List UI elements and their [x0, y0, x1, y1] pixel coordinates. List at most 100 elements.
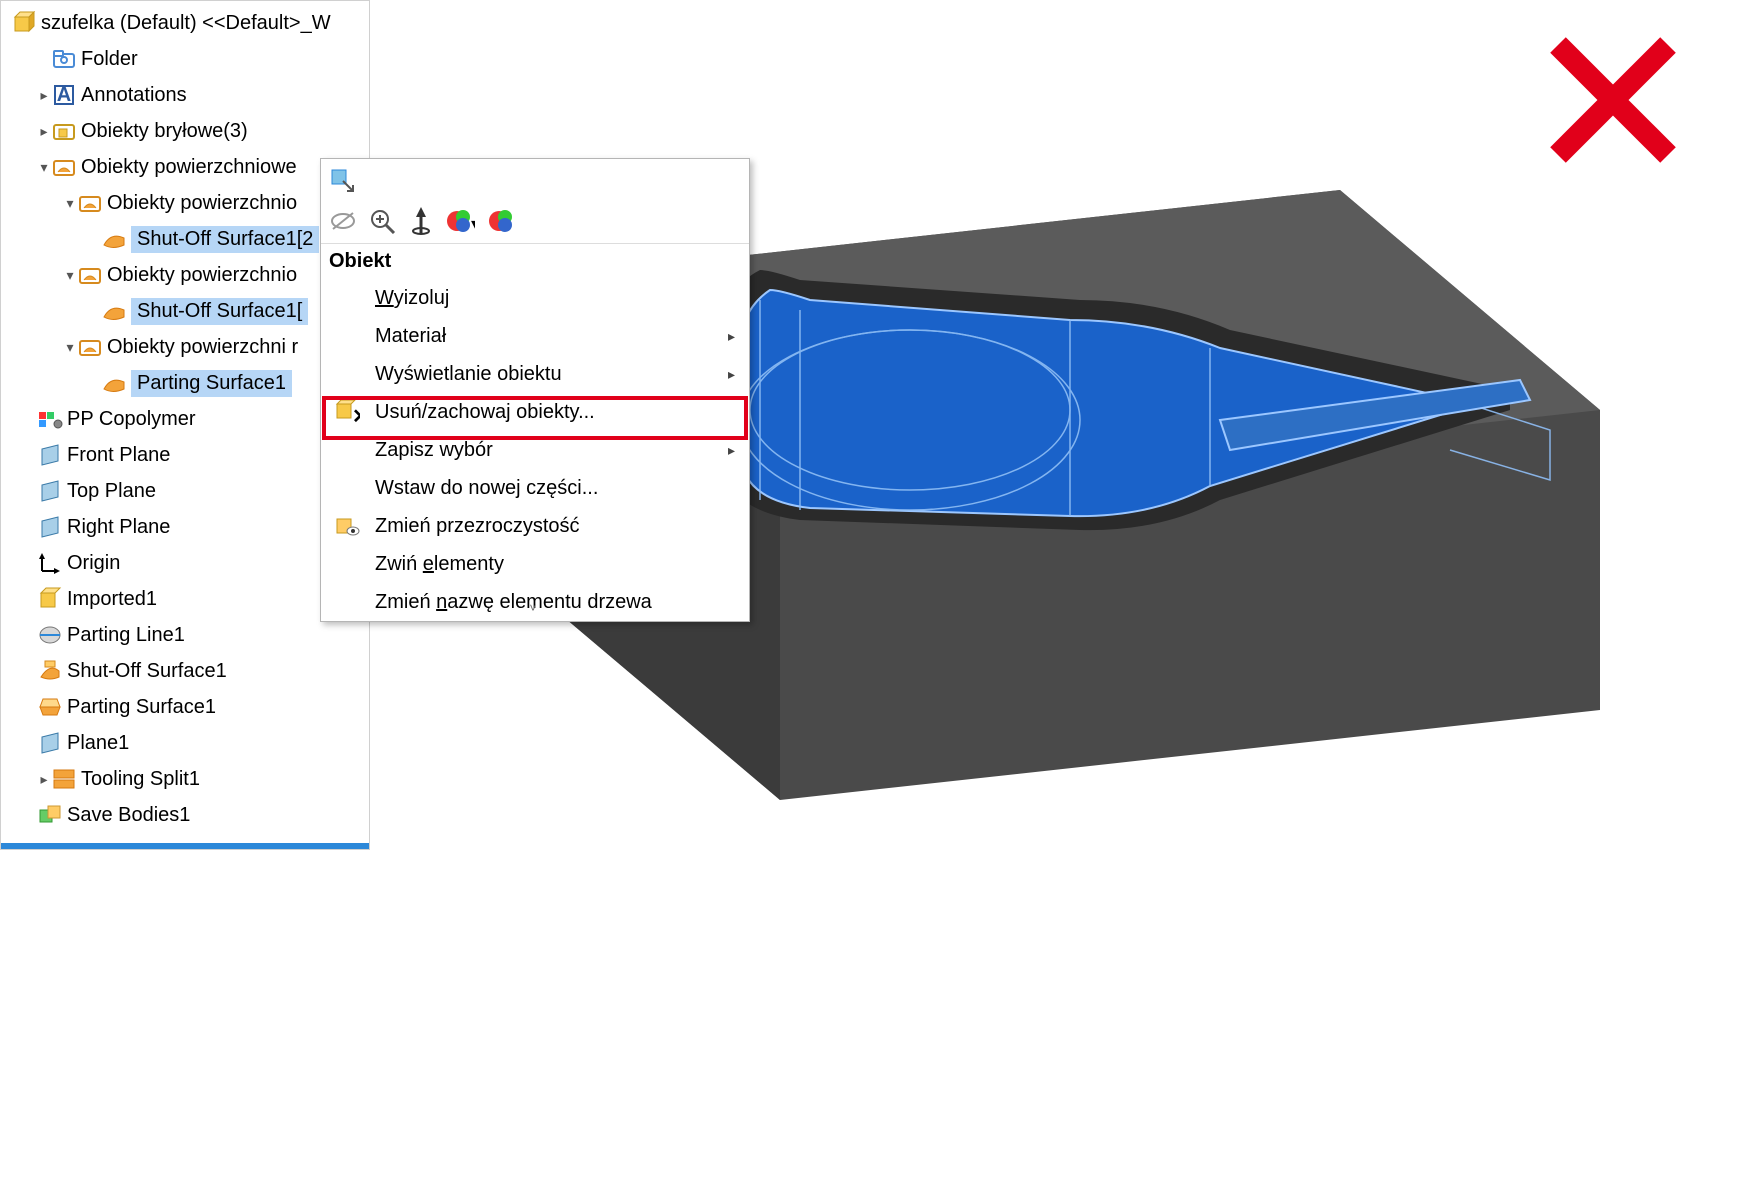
tree-plane1-label: Plane1	[67, 732, 129, 755]
svg-text:A: A	[57, 84, 71, 106]
ctx-delete-keep[interactable]: ✕ Usuń/zachowaj obiekty...	[321, 393, 749, 431]
expand-arrow-icon[interactable]: ▸	[37, 87, 51, 104]
tree-top-label: Top Plane	[67, 480, 156, 503]
tree-tooling-label: Tooling Split1	[81, 768, 200, 791]
collapse-arrow-icon[interactable]: ▾	[37, 159, 51, 176]
ctx-save-sel-label: Zapisz wybór	[375, 439, 493, 462]
svg-text:▾: ▾	[471, 214, 475, 235]
ctx-collapse[interactable]: Zwiń elementy	[321, 545, 749, 583]
appearance-icon[interactable]: ▾	[445, 207, 475, 235]
appearance2-icon[interactable]	[487, 207, 515, 235]
tree-surfaces-label: Obiekty powierzchniowe	[81, 156, 297, 179]
tree-surf-grp2[interactable]: ▾ Obiekty powierzchnio	[1, 257, 369, 293]
tree-right-label: Right Plane	[67, 516, 170, 539]
ctx-material-label: Materiał	[375, 325, 446, 348]
ctx-display-label: Wyświetlanie obiektu	[375, 363, 562, 386]
ctx-insert-new-label: Wstaw do nowej części...	[375, 477, 598, 500]
tree-shutoff2-label: Shut-Off Surface1[	[131, 298, 308, 325]
svg-text:✕: ✕	[352, 406, 360, 425]
tree-solids[interactable]: ▸ Obiekty bryłowe(3)	[1, 113, 369, 149]
tree-folder[interactable]: Folder	[1, 41, 369, 77]
tree-surf-grp3-label: Obiekty powierzchni r	[107, 336, 298, 359]
red-x-icon	[1543, 30, 1683, 170]
tree-top-plane[interactable]: Top Plane	[1, 473, 369, 509]
collapse-arrow-icon[interactable]: ▾	[63, 339, 77, 356]
tree-surf-grp3[interactable]: ▾ Obiekty powierzchni r	[1, 329, 369, 365]
tree-shutoff-feature[interactable]: Shut-Off Surface1	[1, 653, 369, 689]
parting-surface-icon	[37, 694, 63, 720]
solid-folder-icon	[51, 118, 77, 144]
part-icon	[11, 10, 37, 36]
feature-tree-panel[interactable]: szufelka (Default) <<Default>_W Folder ▸…	[0, 0, 370, 850]
hide-icon[interactable]	[329, 210, 357, 232]
tree-shutoff1[interactable]: Shut-Off Surface1[2	[1, 221, 369, 257]
ctx-material[interactable]: Materiał▸	[321, 317, 749, 355]
surface-icon	[101, 370, 127, 396]
origin-icon	[37, 550, 63, 576]
tree-imported-label: Imported1	[67, 588, 157, 611]
material-icon	[37, 406, 63, 432]
normal-to-icon[interactable]	[409, 207, 433, 235]
tree-parting[interactable]: Parting Surface1	[1, 365, 369, 401]
context-menu-header: Obiekt	[321, 243, 749, 279]
surface-folder-icon	[77, 262, 103, 288]
plane-icon	[37, 442, 63, 468]
ctx-transparency-label: Zmień przezroczystość	[375, 515, 580, 538]
imported-icon	[37, 586, 63, 612]
tree-front-plane[interactable]: Front Plane	[1, 437, 369, 473]
tree-parting-surface-feature[interactable]: Parting Surface1	[1, 689, 369, 725]
tree-annotations[interactable]: ▸ A Annotations	[1, 77, 369, 113]
transparency-icon	[333, 512, 361, 540]
ctx-display[interactable]: Wyświetlanie obiektu ▸	[321, 355, 749, 393]
tree-psurffeat-label: Parting Surface1	[67, 696, 216, 719]
expand-menu-icon[interactable]: ˅	[529, 601, 540, 615]
select-other-icon[interactable]	[329, 167, 355, 193]
annotations-icon: A	[51, 82, 77, 108]
surface-folder-icon	[77, 334, 103, 360]
submenu-arrow-icon: ▸	[728, 366, 735, 383]
plane-icon	[37, 478, 63, 504]
tree-surfaces[interactable]: ▾ Obiekty powierzchniowe	[1, 149, 369, 185]
ctx-save-selection[interactable]: Zapisz wybór ▸	[321, 431, 749, 469]
plane-icon	[37, 514, 63, 540]
parting-line-icon	[37, 622, 63, 648]
surface-icon	[101, 226, 127, 252]
tree-tooling-split[interactable]: ▸ Tooling Split1	[1, 761, 369, 797]
tree-pline-label: Parting Line1	[67, 624, 185, 647]
tree-plane1[interactable]: Plane1	[1, 725, 369, 761]
tree-surf-grp2-label: Obiekty powierzchnio	[107, 264, 297, 287]
tree-parting-line[interactable]: Parting Line1	[1, 617, 369, 653]
surface-icon	[101, 298, 127, 324]
tree-root[interactable]: szufelka (Default) <<Default>_W	[1, 5, 369, 41]
ctx-delete-keep-label: Usuń/zachowaj obiekty...	[375, 401, 595, 424]
ctx-transparency[interactable]: Zmień przezroczystość	[321, 507, 749, 545]
tree-shutfeat-label: Shut-Off Surface1	[67, 660, 227, 683]
tree-material[interactable]: PP Copolymer	[1, 401, 369, 437]
folder-icon	[51, 46, 77, 72]
ctx-insert-new-part[interactable]: Wstaw do nowej części...	[321, 469, 749, 507]
plane-icon	[37, 730, 63, 756]
tree-folder-label: Folder	[81, 48, 138, 71]
tree-front-label: Front Plane	[67, 444, 170, 467]
tree-save-bodies[interactable]: Save Bodies1	[1, 797, 369, 833]
tree-surf-grp1[interactable]: ▾ Obiekty powierzchnio	[1, 185, 369, 221]
collapse-arrow-icon[interactable]: ▾	[63, 195, 77, 212]
tree-annotations-label: Annotations	[81, 84, 187, 107]
collapse-arrow-icon[interactable]: ▾	[63, 267, 77, 284]
tree-right-plane[interactable]: Right Plane	[1, 509, 369, 545]
tree-shutoff2[interactable]: Shut-Off Surface1[	[1, 293, 369, 329]
tree-origin[interactable]: Origin	[1, 545, 369, 581]
submenu-arrow-icon: ▸	[728, 442, 735, 459]
ctx-isolate[interactable]: Wyizoluj	[321, 279, 749, 317]
save-bodies-icon	[37, 802, 63, 828]
tree-imported[interactable]: Imported1	[1, 581, 369, 617]
zoom-icon[interactable]	[369, 208, 397, 234]
tree-scrollbar[interactable]	[1, 843, 369, 849]
tree-origin-label: Origin	[67, 552, 120, 575]
tree-surf-grp1-label: Obiekty powierzchnio	[107, 192, 297, 215]
expand-arrow-icon[interactable]: ▸	[37, 771, 51, 788]
tree-shutoff1-label: Shut-Off Surface1[2	[131, 226, 319, 253]
expand-arrow-icon[interactable]: ▸	[37, 123, 51, 140]
tooling-split-icon	[51, 766, 77, 792]
tree-root-label: szufelka (Default) <<Default>_W	[41, 12, 331, 35]
